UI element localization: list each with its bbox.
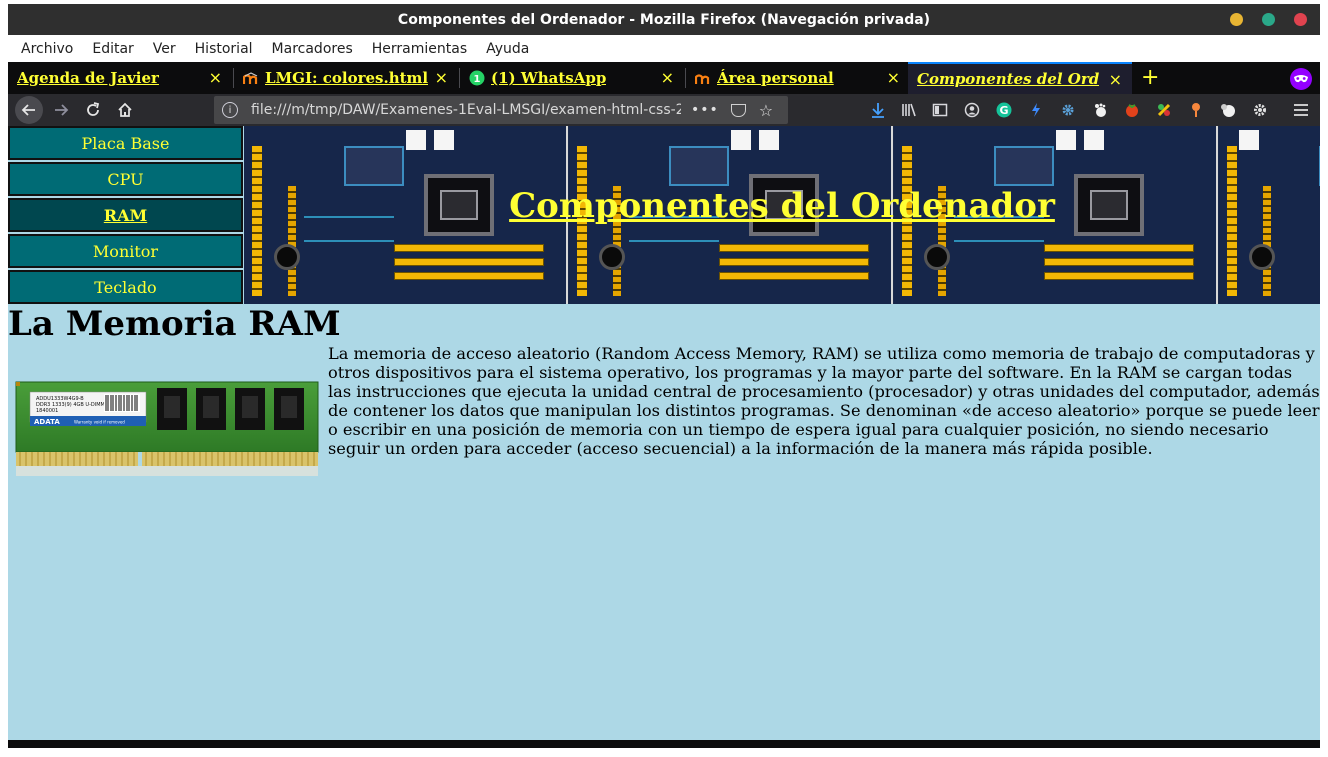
private-browsing-mask-icon	[1290, 68, 1312, 90]
moodle-icon	[243, 72, 258, 84]
url-bar[interactable]: i file:///m/tmp/DAW/Examenes-1Eval-LMSGI…	[214, 96, 788, 124]
account-icon[interactable]	[962, 100, 982, 120]
close-tab-icon[interactable]: ×	[435, 68, 448, 87]
gear-extension-icon[interactable]	[1058, 100, 1078, 120]
whatsapp-icon: 1	[469, 70, 485, 86]
menu-historial[interactable]: Historial	[195, 41, 253, 57]
site-info-icon[interactable]: i	[222, 102, 238, 118]
gnome-extension-icon[interactable]	[1090, 100, 1110, 120]
home-icon[interactable]	[112, 98, 138, 122]
moodle-icon	[695, 74, 710, 84]
close-tab-icon[interactable]: ×	[1109, 70, 1122, 89]
ram-label-warranty: Warranty void if removed	[74, 420, 125, 425]
minimize-button[interactable]	[1230, 13, 1243, 26]
maximize-button[interactable]	[1262, 13, 1275, 26]
menu-archivo[interactable]: Archivo	[21, 41, 73, 57]
nav-link-teclado[interactable]: Teclado	[8, 270, 243, 304]
svg-text:G: G	[999, 104, 1008, 117]
forward-arrow-icon[interactable]	[48, 98, 74, 122]
nav-link-placa-base[interactable]: Placa Base	[8, 126, 243, 160]
menu-marcadores[interactable]: Marcadores	[272, 41, 353, 57]
svg-text:1: 1	[474, 74, 481, 85]
page-content: Placa Base CPU RAM Monitor Teclado Compo…	[8, 126, 1320, 740]
tab-componentes-active[interactable]: Componentes del Ordenador ×	[908, 62, 1132, 94]
nav-link-monitor[interactable]: Monitor	[8, 234, 243, 268]
header-title[interactable]: Componentes del Ordenador	[244, 186, 1320, 226]
ram-module-image: ADDU1333W4G9-B DDR3 1333(9) 4GB U-DIMM 1…	[15, 381, 319, 476]
settings-gear-icon[interactable]	[1250, 100, 1270, 120]
menu-bar: Archivo Editar Ver Historial Marcadores …	[8, 35, 1320, 62]
close-tab-icon[interactable]: ×	[661, 68, 674, 87]
ghost-extension-icon[interactable]	[1218, 100, 1238, 120]
tab-lmgi-colores[interactable]: LMGI: colores.html ×	[234, 62, 458, 94]
pin-extension-icon[interactable]	[1186, 100, 1206, 120]
article-paragraph: La memoria de acceso aleatorio (Random A…	[328, 344, 1320, 458]
tab-label: Componentes del Ordenador	[917, 70, 1099, 88]
lightning-extension-icon[interactable]	[1026, 100, 1046, 120]
reload-icon[interactable]	[80, 98, 106, 122]
window-title: Componentes del Ordenador - Mozilla Fire…	[397, 11, 931, 28]
close-tab-icon[interactable]: ×	[209, 68, 222, 87]
back-arrow-icon[interactable]	[15, 96, 43, 124]
component-nav: Placa Base CPU RAM Monitor Teclado	[8, 126, 243, 304]
menu-herramientas[interactable]: Herramientas	[372, 41, 467, 57]
downloads-icon[interactable]	[868, 100, 888, 120]
ram-label-line3: 1840001	[36, 408, 58, 414]
navigation-toolbar: i file:///m/tmp/DAW/Examenes-1Eval-LMSGI…	[8, 94, 1320, 126]
pocket-icon[interactable]	[730, 103, 746, 117]
url-text[interactable]: file:///m/tmp/DAW/Examenes-1Eval-LMSGI/e…	[251, 102, 681, 118]
browser-window: Componentes del Ordenador - Mozilla Fire…	[8, 4, 1320, 748]
color-extension-icon[interactable]	[1154, 100, 1174, 120]
window-titlebar: Componentes del Ordenador - Mozilla Fire…	[8, 4, 1320, 35]
tab-label: Área personal	[717, 69, 834, 87]
tab-area-personal[interactable]: Área personal ×	[686, 62, 910, 94]
sidebar-icon[interactable]	[930, 100, 950, 120]
nav-link-ram[interactable]: RAM	[8, 198, 243, 232]
close-tab-icon[interactable]: ×	[887, 68, 900, 87]
tab-strip: Agenda de Javier × LMGI: colores.html × …	[8, 62, 1320, 94]
menu-editar[interactable]: Editar	[92, 41, 133, 57]
tab-label: (1) WhatsApp	[491, 69, 607, 87]
tab-whatsapp[interactable]: 1 (1) WhatsApp ×	[460, 62, 684, 94]
tomato-extension-icon[interactable]	[1122, 100, 1142, 120]
tab-label: Agenda de Javier	[17, 69, 159, 87]
page-actions-more-icon[interactable]: •••	[691, 102, 719, 118]
menu-ayuda[interactable]: Ayuda	[486, 41, 529, 57]
grammarly-extension-icon[interactable]: G	[994, 100, 1014, 120]
window-bottom-border	[8, 740, 1320, 748]
new-tab-button[interactable]: +	[1141, 65, 1159, 90]
library-icon[interactable]	[899, 100, 919, 120]
header-banner: Componentes del Ordenador	[244, 126, 1320, 304]
article-title: La Memoria RAM	[8, 304, 341, 344]
tab-label: LMGI: colores.html	[265, 69, 429, 87]
menu-ver[interactable]: Ver	[153, 41, 176, 57]
hamburger-menu-icon[interactable]	[1291, 100, 1311, 120]
ram-label-brand: ADATA	[34, 418, 60, 426]
close-window-button[interactable]	[1294, 13, 1307, 26]
tab-agenda[interactable]: Agenda de Javier ×	[8, 62, 232, 94]
bookmark-star-icon[interactable]: ☆	[759, 101, 773, 120]
nav-link-cpu[interactable]: CPU	[8, 162, 243, 196]
